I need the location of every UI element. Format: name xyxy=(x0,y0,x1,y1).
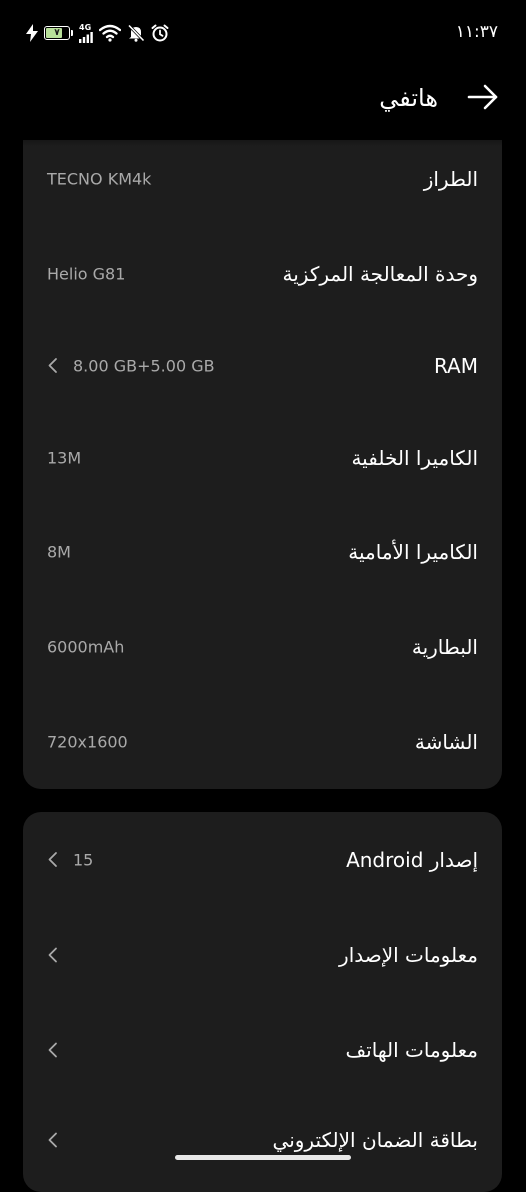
info-label: إصدار Android xyxy=(346,847,478,872)
alarm-icon xyxy=(151,24,169,42)
info-row-android-version[interactable]: إصدار Android 15 xyxy=(23,812,502,907)
info-value xyxy=(47,947,73,963)
arrow-right-icon xyxy=(467,84,499,114)
spec-row-front-camera: الكاميرا الأمامية 8M xyxy=(23,504,502,599)
info-row-phone-info[interactable]: معلومات الهاتف xyxy=(23,1002,502,1097)
back-button[interactable] xyxy=(466,84,500,114)
info-value xyxy=(47,1132,73,1148)
spec-row-battery: البطارية 6000mAh xyxy=(23,599,502,694)
spec-row-cpu: وحدة المعالجة المركزية Helio G81 xyxy=(23,226,502,321)
info-label: معلومات الإصدار xyxy=(339,942,478,967)
info-card: إصدار Android 15 معلومات الإصدار معلومات… xyxy=(23,812,502,1192)
spec-value: 13M xyxy=(47,448,82,467)
spec-label: وحدة المعالجة المركزية xyxy=(282,261,479,286)
spec-value: 8.00 GB+5.00 GB xyxy=(47,356,215,375)
info-label: بطاقة الضمان الإلكتروني xyxy=(272,1127,478,1152)
spec-row-rear-camera: الكاميرا الخلفية 13M xyxy=(23,410,502,505)
home-indicator[interactable] xyxy=(175,1155,351,1160)
info-row-version-info[interactable]: معلومات الإصدار xyxy=(23,907,502,1002)
chevron-left-icon xyxy=(47,358,59,374)
spec-value: 8M xyxy=(47,542,71,561)
charging-bolt-icon xyxy=(26,24,38,42)
chevron-left-icon xyxy=(47,1132,59,1148)
spec-value: 6000mAh xyxy=(47,637,125,656)
specs-card: الطراز TECNO KM4k وحدة المعالجة المركزية… xyxy=(23,140,502,789)
header: هاتفي xyxy=(0,72,526,128)
info-value xyxy=(47,1042,73,1058)
wifi-icon xyxy=(99,24,121,42)
status-bar: ٧ 4G ١١:٣٧ xyxy=(0,0,526,64)
spec-label: البطارية xyxy=(411,634,478,659)
spec-value: Helio G81 xyxy=(47,264,126,283)
spec-value: TECNO KM4k xyxy=(47,169,152,188)
chevron-left-icon xyxy=(47,1042,59,1058)
battery-icon: ٧ xyxy=(44,26,70,40)
spec-row-model: الطراز TECNO KM4k xyxy=(23,131,502,226)
spec-row-ram[interactable]: RAM 8.00 GB+5.00 GB xyxy=(23,318,502,413)
spec-label: الكاميرا الأمامية xyxy=(348,539,478,564)
network-type: 4G xyxy=(79,22,92,32)
battery-level: ٧ xyxy=(54,28,60,38)
silent-bell-icon xyxy=(127,24,145,42)
chevron-left-icon xyxy=(47,852,59,868)
spec-label: الشاشة xyxy=(414,729,478,754)
spec-label: RAM xyxy=(433,353,478,378)
signal-icon: 4G xyxy=(79,22,93,43)
info-row-warranty-card[interactable]: بطاقة الضمان الإلكتروني xyxy=(23,1092,502,1187)
page-title: هاتفي xyxy=(379,84,438,112)
spec-label: الكاميرا الخلفية xyxy=(351,445,478,470)
spec-row-display: الشاشة 720x1600 xyxy=(23,694,502,789)
info-label: معلومات الهاتف xyxy=(345,1037,478,1062)
chevron-left-icon xyxy=(47,947,59,963)
battery-nub xyxy=(71,30,73,36)
status-icons: ٧ 4G xyxy=(26,22,169,44)
info-value: 15 xyxy=(47,850,93,869)
spec-label: الطراز xyxy=(423,166,478,191)
status-time: ١١:٣٧ xyxy=(455,22,498,42)
spec-value: 720x1600 xyxy=(47,732,128,751)
